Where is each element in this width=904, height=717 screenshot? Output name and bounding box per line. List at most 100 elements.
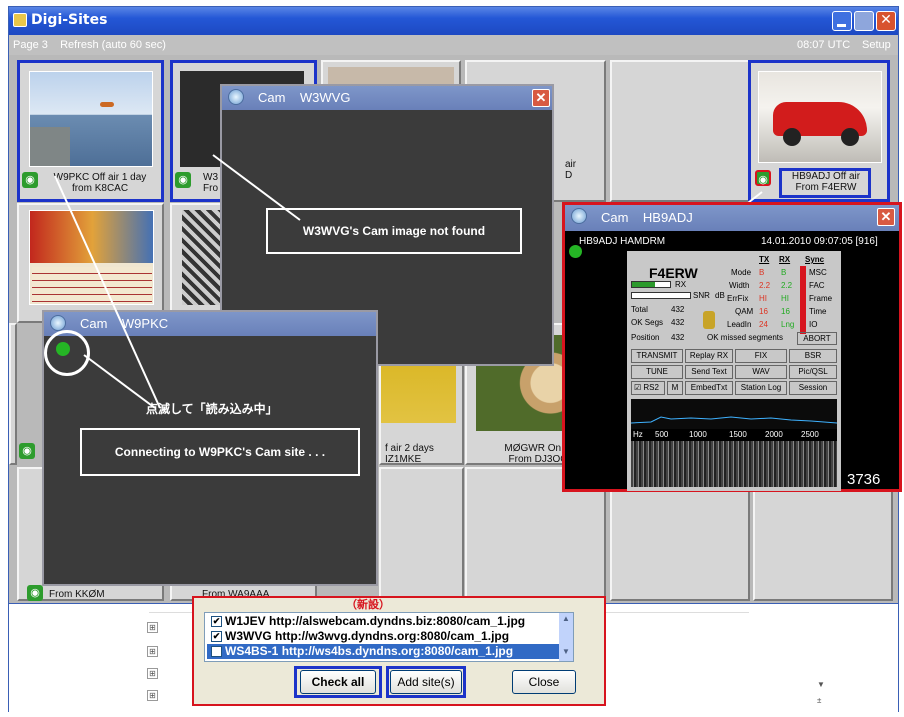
snr-label: SNR [693,291,710,300]
sync-bar [800,266,806,334]
freq-1000: 1000 [689,430,707,439]
add-sites-button[interactable]: Add site(s) [390,670,462,694]
oksegs-label: OK Segs [631,318,664,327]
cam-hb9adj-title: Cam HB9ADJ [601,210,693,225]
rx-bar [631,281,671,288]
send-text-button[interactable]: Send Text [685,365,733,379]
scroll-up-icon[interactable]: ▲ [560,614,572,626]
sync-msc: MSC [809,268,827,277]
rx-head: RX [779,255,791,264]
rs2-checkbox[interactable]: ☑ RS2 [631,381,665,395]
total-value: 432 [671,305,685,314]
close-icon: ✕ [880,209,892,224]
callsign: F4ERW [649,265,698,281]
cam-hb9adj-titlebar: Cam HB9ADJ ✕ [565,205,899,231]
datetime-label: 14.01.2010 09:07:05 [916] [761,236,878,247]
row-icon: ⊞ [147,690,158,701]
missed-label: OK missed segments [707,333,784,342]
site-call: WS4BS-1 [225,644,279,658]
sync-frame: Frame [809,294,833,303]
db-label: dB [715,291,725,300]
rx-val-errfix: HI [781,294,789,303]
cam-window-hb9adj: Cam HB9ADJ ✕ HB9ADJ HAMDRM 14.01.2010 09… [562,202,902,492]
mode-label: Mode [731,268,752,277]
tx-val-leadin: 24 [759,320,768,329]
sync-head: Sync [805,255,825,264]
site-call: W3WVG [225,629,272,643]
tx-head: TX [759,255,770,264]
leadin-label: LeadIn [727,320,752,329]
scroll-down-arrow[interactable]: ▼ [817,680,825,689]
arrow-led [83,354,156,409]
rx-val-leadin: Lng [781,320,795,329]
errfix-label: ErrFix [727,294,749,303]
listbox-scrollbar[interactable]: ▲ ▼ [559,613,573,661]
frame-counter: 3736 [847,471,881,488]
sync-fac: FAC [809,281,825,290]
position-label: Position [631,333,660,342]
tx-val-qam: 16 [759,307,768,316]
total-label: Total [631,305,648,314]
pic-qsl-button[interactable]: Pic/QSL [789,365,837,379]
tune-button[interactable]: TUNE [631,365,683,379]
scroll-up-arrow[interactable]: ± [817,696,821,705]
width-label: Width [729,281,750,290]
spectrum-display [630,399,838,429]
waterfall-display [631,441,837,487]
freq-scale: Hz 500 1000 1500 2000 2500 [631,429,837,441]
site-row-ws4bs[interactable]: ✔ WS4BS-1 http://ws4bs.dyndns.org:8080/ca… [207,644,559,659]
sync-time: Time [809,307,827,316]
site-url: http://w3wvg.dyndns.org:8080/cam_1.jpg [275,629,510,643]
qam-label: QAM [735,307,754,316]
station-log-button[interactable]: Station Log [735,381,787,395]
site-checkbox[interactable]: ✔ [211,631,222,643]
sync-io: IO [809,320,818,329]
site-checkbox[interactable]: ✔ [211,646,222,658]
blink-annotation: 点滅して「読み込み中」 [146,402,278,416]
site-checkbox[interactable]: ✔ [211,616,222,628]
m-button[interactable]: M [667,381,683,395]
spectrum-trace [630,416,838,424]
freq-2000: 2000 [765,430,783,439]
tx-val-mode: B [759,268,765,277]
tx-val-width: 2.2 [759,281,771,290]
arrow-w3wvg [212,154,301,221]
globe-icon [571,208,587,224]
session-button[interactable]: Session [789,381,837,395]
freq-500: 500 [655,430,669,439]
site-row-w3wvg[interactable]: ✔ W3WVG http://w3wvg.dyndns.org:8080/cam_… [211,629,509,644]
transmit-button[interactable]: TRANSMIT [631,349,683,363]
row-icon: ⊞ [147,622,158,633]
bsr-button[interactable]: BSR [789,349,837,363]
fix-button[interactable]: FIX [735,349,787,363]
freq-1500: 1500 [729,430,747,439]
site-call: W1JEV [225,614,266,628]
new-label: （新設） [346,599,390,611]
close-cam-hb9adj-button[interactable]: ✕ [877,208,895,226]
row-icon: ⊞ [147,646,158,657]
drm-panel: F4ERW RX SNR dB Total 432 OK Segs 432 Po… [627,251,841,491]
position-value: 432 [671,333,685,342]
site-row-w1jev[interactable]: ✔ W1JEV http://alswebcam.dyndns.biz:8080/… [211,614,525,629]
oksegs-value: 432 [671,318,685,327]
scroll-down-icon[interactable]: ▼ [560,647,572,659]
site-url: http://alswebcam.dyndns.biz:8080/cam_1.j… [269,614,526,628]
site-listbox[interactable]: ✔ W1JEV http://alswebcam.dyndns.biz:8080/… [204,612,574,662]
station-label: HB9ADJ HAMDRM [579,236,666,247]
add-sites-dialog: （新設） ✔ W1JEV http://alswebcam.dyndns.biz:… [192,596,606,706]
embedtxt-button[interactable]: EmbedTxt [685,381,733,395]
rx-val-qam: 16 [781,307,790,316]
row-icon: ⊞ [147,668,158,679]
rx-val-width: 2.2 [781,281,793,290]
snr-bar [631,292,691,299]
status-led [569,245,582,258]
tx-val-errfix: HI [759,294,767,303]
rx-val-mode: B [781,268,787,277]
hz-label: Hz [633,430,643,439]
replay-rx-button[interactable]: Replay RX [685,349,733,363]
wav-button[interactable]: WAV [735,365,787,379]
freq-2500: 2500 [801,430,819,439]
close-button[interactable]: Close [512,670,576,694]
check-all-button[interactable]: Check all [300,670,376,694]
abort-button[interactable]: ABORT [797,332,837,345]
